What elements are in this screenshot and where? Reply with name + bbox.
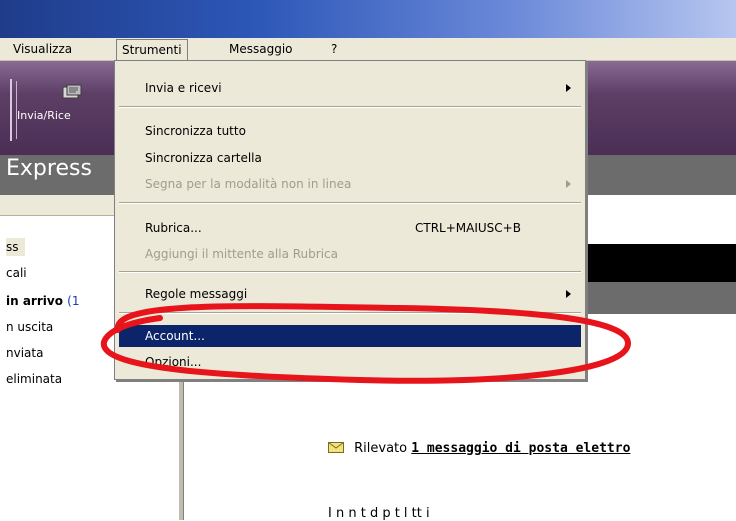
folder-item[interactable]: eliminata (6, 370, 62, 388)
menu-item-label: Segna per la modalità non in linea (145, 177, 352, 191)
menu-item-shortcut: CTRL+MAIUSC+B (415, 221, 521, 235)
notice-text: Rilevato (354, 441, 408, 456)
content-text-line: I n n t d p t l tt i (328, 506, 430, 521)
menu-help[interactable]: ? (326, 41, 342, 57)
envelope-icon (328, 442, 344, 453)
send-receive-icon (62, 84, 82, 99)
folder-item-inbox[interactable]: in arrivo (1 (6, 292, 79, 310)
tools-dropdown-menu: Invia e ricevi Sincronizza tutto Sincron… (114, 60, 586, 380)
menu-item-label: Invia e ricevi (145, 81, 222, 95)
folder-item[interactable]: nviata (6, 344, 43, 362)
menu-item-accounts[interactable]: Account... (119, 325, 581, 347)
window-title-bar (0, 0, 736, 38)
folder-item[interactable]: ss (6, 238, 25, 256)
submenu-arrow-icon (566, 84, 571, 92)
menu-item-sync-all[interactable]: Sincronizza tutto (119, 120, 581, 142)
menu-item-message-rules[interactable]: Regole messaggi (119, 283, 581, 305)
menu-item-options[interactable]: Opzioni... (119, 351, 581, 373)
menu-strumenti[interactable]: Strumenti (116, 39, 188, 60)
menu-item-sync-folder[interactable]: Sincronizza cartella (119, 147, 581, 169)
menu-item-send-receive[interactable]: Invia e ricevi (119, 77, 581, 99)
toolbar-separator (10, 79, 12, 141)
menu-separator (119, 271, 581, 273)
menu-item-mark-offline[interactable]: Segna per la modalità non in linea (119, 173, 581, 195)
menu-item-label: Account... (145, 329, 205, 343)
new-mail-link[interactable]: 1 messaggio di posta elettro (411, 441, 630, 456)
folder-label: in arrivo (6, 294, 63, 308)
new-mail-notice: Rilevato 1 messaggio di posta elettro (328, 441, 630, 456)
menu-item-label: Aggiungi il mittente alla Rubrica (145, 247, 338, 261)
menu-messaggio[interactable]: Messaggio (224, 41, 298, 57)
folder-item[interactable]: n uscita (6, 318, 53, 336)
menu-item-label: Sincronizza tutto (145, 124, 246, 138)
menu-item-label: Rubrica... (145, 221, 202, 235)
menu-item-label: Opzioni... (145, 355, 202, 369)
menu-separator (119, 312, 581, 314)
menu-separator (119, 106, 581, 108)
menu-item-label: Sincronizza cartella (145, 151, 262, 165)
menu-visualizza[interactable]: Visualizza (8, 41, 77, 57)
menu-item-add-sender[interactable]: Aggiungi il mittente alla Rubrica (119, 243, 581, 265)
send-receive-label: Invia/Rice (17, 109, 71, 122)
submenu-arrow-icon (566, 180, 571, 188)
menu-bar: Visualizza Strumenti Messaggio ? (0, 38, 736, 61)
menu-separator (119, 202, 581, 204)
unread-count: (1 (67, 294, 80, 308)
folder-item[interactable]: cali (6, 264, 27, 282)
menu-item-address-book[interactable]: Rubrica... CTRL+MAIUSC+B (119, 217, 581, 239)
submenu-arrow-icon (566, 290, 571, 298)
menu-item-label: Regole messaggi (145, 287, 248, 301)
app-brand-title: Express (6, 156, 92, 181)
